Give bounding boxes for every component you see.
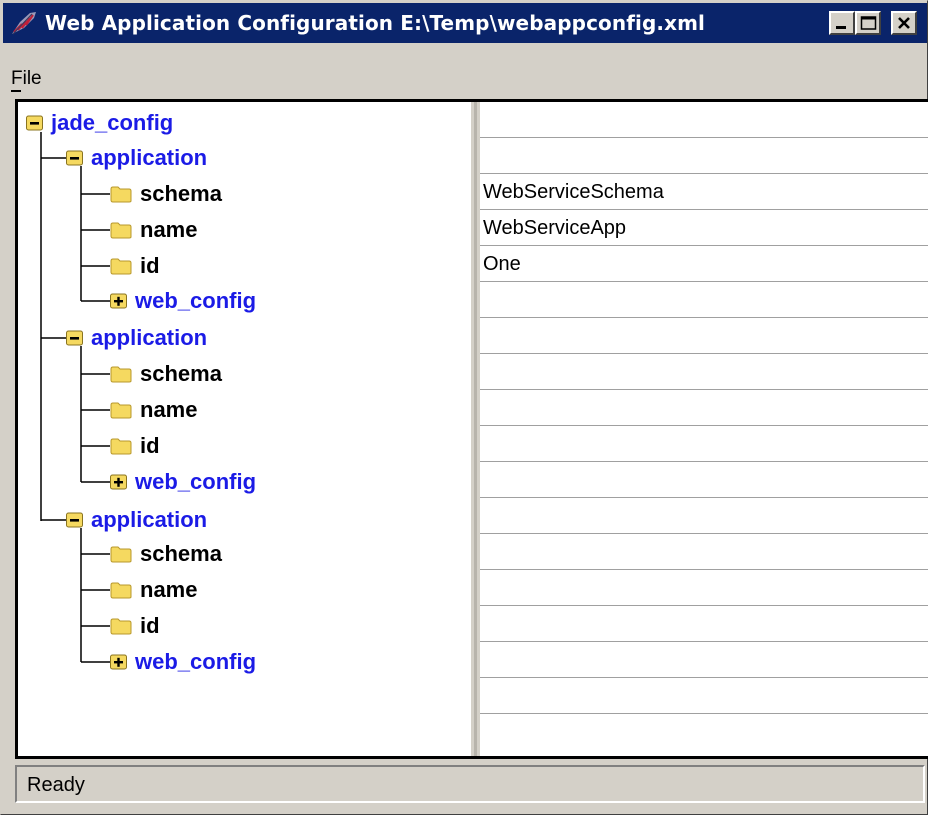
close-button[interactable] <box>891 11 917 35</box>
tree-node-label: id <box>140 433 160 458</box>
tree-node-label: name <box>140 397 198 422</box>
tree-node-application[interactable]: application <box>66 503 207 537</box>
tree-node-label: application <box>91 507 208 532</box>
folder-icon <box>110 222 132 238</box>
pane-splitter-grip <box>474 102 477 756</box>
close-icon <box>898 17 910 29</box>
tree-node-jade-config[interactable]: jade_config <box>26 106 173 140</box>
expand-folder-icon[interactable] <box>110 654 127 671</box>
folder-icon <box>110 366 132 382</box>
folder-icon <box>110 546 132 562</box>
value-row[interactable] <box>480 354 928 390</box>
folder-icon <box>110 582 132 598</box>
tree-node-label: schema <box>140 361 222 386</box>
tree-node-schema[interactable]: schema <box>110 357 222 391</box>
value-cell: One <box>483 253 521 275</box>
menu-file[interactable]: File <box>11 67 42 91</box>
value-cell: WebServiceSchema <box>483 181 664 203</box>
tree-node-schema[interactable]: schema <box>110 537 222 571</box>
expand-folder-icon[interactable] <box>110 474 127 491</box>
status-bar: Ready <box>15 765 925 803</box>
status-text: Ready <box>27 774 85 796</box>
value-row[interactable] <box>480 642 928 678</box>
tree-node-label: schema <box>140 541 222 566</box>
window-title: Web Application Configuration E:\Temp\we… <box>45 11 705 35</box>
tree-node-label: web_config <box>135 288 257 313</box>
minimize-button[interactable] <box>829 11 855 35</box>
maximize-button[interactable] <box>855 11 881 35</box>
value-row[interactable] <box>480 138 928 174</box>
folder-icon <box>110 402 132 418</box>
tree-node-id[interactable]: id <box>110 429 160 463</box>
tree-node-label: web_config <box>135 649 257 674</box>
app-window: Web Application Configuration E:\Temp\we… <box>0 0 928 815</box>
value-row[interactable] <box>480 462 928 498</box>
tree-node-label: application <box>91 145 208 170</box>
tree-node-label: schema <box>140 181 222 206</box>
tree-node-web-config[interactable]: web_config <box>110 645 256 679</box>
value-row[interactable]: WebServiceApp <box>480 210 928 246</box>
collapse-folder-icon[interactable] <box>66 512 83 529</box>
value-row[interactable]: One <box>480 246 928 282</box>
tree-pane[interactable]: jade_config application schema name id w… <box>18 102 471 756</box>
maximize-icon <box>860 16 877 30</box>
expand-folder-icon[interactable] <box>110 293 127 310</box>
tree-node-id[interactable]: id <box>110 609 160 643</box>
value-row[interactable]: WebServiceSchema <box>480 174 928 210</box>
tree-node-name[interactable]: name <box>110 213 197 247</box>
app-feather-icon[interactable] <box>10 10 38 36</box>
tree-node-web-config[interactable]: web_config <box>110 284 256 318</box>
value-row[interactable] <box>480 606 928 642</box>
tree-node-label: name <box>140 217 198 242</box>
folder-icon <box>110 258 132 274</box>
menu-file-mnemonic-underline <box>11 90 21 92</box>
value-row[interactable] <box>480 102 928 138</box>
folder-icon <box>110 186 132 202</box>
value-cell: WebServiceApp <box>483 217 627 239</box>
tree-node-label: jade_config <box>51 110 174 135</box>
minimize-icon <box>836 26 846 29</box>
tree-node-label: web_config <box>135 469 257 494</box>
tree-node-application[interactable]: application <box>66 321 207 355</box>
value-pane[interactable]: WebServiceSchema WebServiceApp One <box>480 102 928 756</box>
tree-node-label: id <box>140 613 160 638</box>
tree-node-name[interactable]: name <box>110 573 197 607</box>
value-row[interactable] <box>480 282 928 318</box>
tree-node-label: name <box>140 577 198 602</box>
collapse-folder-icon[interactable] <box>66 150 83 167</box>
tree-node-schema[interactable]: schema <box>110 177 222 211</box>
collapse-folder-icon[interactable] <box>66 330 83 347</box>
tree-node-name[interactable]: name <box>110 393 197 427</box>
value-row[interactable] <box>480 318 928 354</box>
tree-node-label: id <box>140 253 160 278</box>
menu-bar <box>3 45 927 95</box>
value-row[interactable] <box>480 570 928 606</box>
value-row[interactable] <box>480 426 928 462</box>
value-row[interactable] <box>480 498 928 534</box>
value-row[interactable] <box>480 534 928 570</box>
value-row[interactable] <box>480 678 928 714</box>
tree-node-label: application <box>91 325 208 350</box>
value-row[interactable] <box>480 390 928 426</box>
folder-icon <box>110 438 132 454</box>
collapse-folder-icon[interactable] <box>26 115 43 132</box>
tree-node-id[interactable]: id <box>110 249 160 283</box>
title-bar[interactable]: Web Application Configuration E:\Temp\we… <box>3 3 927 43</box>
folder-icon <box>110 618 132 634</box>
tree-node-application[interactable]: application <box>66 141 207 175</box>
tree-node-web-config[interactable]: web_config <box>110 465 256 499</box>
